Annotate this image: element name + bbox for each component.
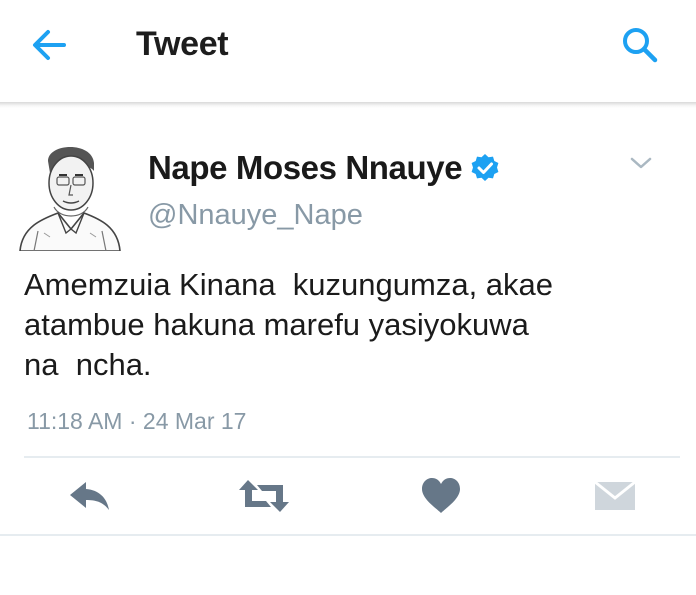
search-icon[interactable]: [620, 25, 660, 65]
tweet-timestamp: 11:18 AM · 24 Mar 17: [27, 408, 247, 434]
reply-icon[interactable]: [66, 476, 112, 516]
divider: [24, 456, 680, 458]
avatar[interactable]: [14, 133, 126, 251]
envelope-icon[interactable]: [592, 476, 638, 516]
author-name[interactable]: Nape Moses Nnauye: [148, 149, 463, 187]
author-row: Nape Moses Nnauye: [148, 148, 500, 188]
back-arrow-icon[interactable]: [28, 27, 68, 63]
heart-icon[interactable]: [420, 476, 462, 516]
bottom-divider: [0, 534, 696, 536]
tweet-text: Amemzuia Kinana kuzungumza, akae atambue…: [24, 267, 554, 382]
chevron-down-icon[interactable]: [628, 154, 654, 172]
retweet-icon[interactable]: [237, 476, 291, 516]
page-title: Tweet: [136, 25, 229, 63]
verified-badge-icon: [471, 154, 499, 181]
top-app-bar: Tweet: [0, 0, 696, 102]
author-handle[interactable]: @Nnauye_Nape: [148, 199, 363, 232]
top-bar-shadow: [0, 102, 696, 108]
